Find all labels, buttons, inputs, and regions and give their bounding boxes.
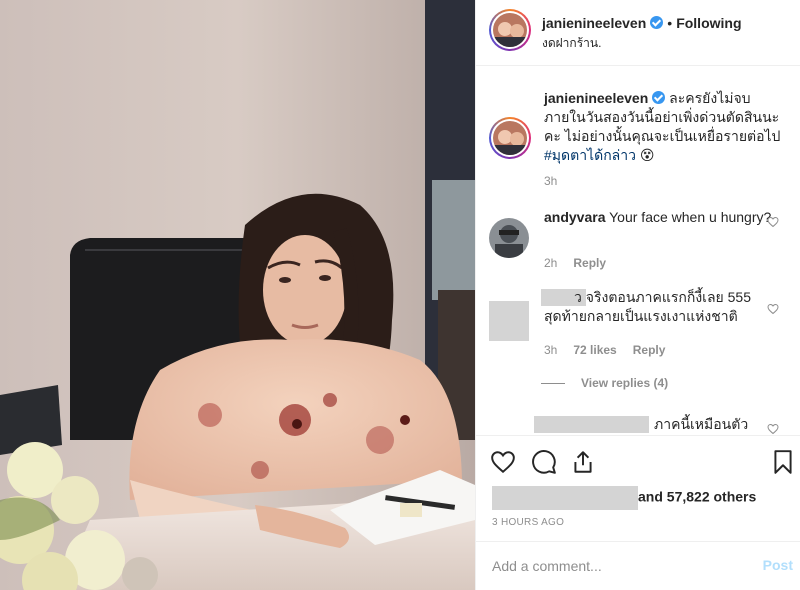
- likes-others: and 57,822 others: [638, 488, 757, 505]
- post-timestamp[interactable]: 3 HOURS AGO: [492, 517, 564, 528]
- liker-avatar-redacted: [492, 486, 520, 510]
- comment-username-fragment: ว: [574, 289, 582, 305]
- caption-text: janienineeleven ละครยังไม่จบภายในวันสองว…: [544, 89, 789, 165]
- view-replies-button[interactable]: View replies (4): [541, 376, 668, 390]
- post-photo[interactable]: [0, 0, 475, 590]
- caption-author-avatar[interactable]: [489, 117, 531, 159]
- verified-badge-icon: [650, 16, 664, 29]
- add-comment-input[interactable]: [492, 554, 732, 578]
- post-header: janienineeleven • Following งดฝากร้าน.: [476, 0, 800, 66]
- comment-time[interactable]: 3h: [544, 343, 557, 357]
- comment-meta: 3h 72 likes Reply: [544, 343, 681, 357]
- reply-button[interactable]: Reply: [633, 343, 666, 357]
- like-heart-icon[interactable]: [490, 449, 516, 475]
- like-comment-heart-icon[interactable]: [767, 423, 779, 435]
- likes-count[interactable]: and 57,822 others: [492, 486, 756, 510]
- comment-time[interactable]: 2h: [544, 256, 557, 270]
- comment-text-line2: สุดท้ายกลายเป็นแรงเงาแห่งชาติ: [544, 308, 738, 324]
- comment-username[interactable]: andyvara: [544, 209, 605, 225]
- username-redacted: [534, 416, 649, 433]
- separator-dot: •: [667, 15, 673, 31]
- verified-badge-icon: [652, 91, 666, 104]
- like-comment-heart-icon[interactable]: [767, 303, 779, 315]
- post-side-panel: janienineeleven • Following งดฝากร้าน. jan…: [475, 0, 800, 590]
- add-comment-bar: Post: [476, 541, 800, 590]
- comments-list[interactable]: janienineeleven ละครยังไม่จบภายในวันสองว…: [476, 67, 800, 435]
- comment-meta: 2h Reply: [544, 256, 622, 270]
- commenter-avatar[interactable]: [489, 218, 529, 258]
- replies-divider: [541, 383, 565, 385]
- author-username[interactable]: janienineeleven: [542, 15, 646, 31]
- post-comment-button[interactable]: Post: [763, 557, 793, 573]
- caption-time[interactable]: 3h: [544, 174, 557, 188]
- bookmark-icon[interactable]: [770, 449, 796, 475]
- location-link[interactable]: งดฝากร้าน.: [542, 34, 601, 53]
- caption-emoji: 😵: [639, 147, 655, 163]
- following-button[interactable]: Following: [676, 15, 741, 31]
- comment-body-line1: จริงตอนภาคแรกก็งี้เลย 555: [585, 289, 751, 305]
- like-comment-heart-icon[interactable]: [767, 216, 779, 228]
- comment-bubble-icon[interactable]: [531, 449, 557, 475]
- author-avatar[interactable]: [489, 9, 531, 51]
- commenter-avatar-redacted[interactable]: [489, 301, 529, 341]
- liker-name-redacted: [520, 486, 638, 510]
- comment-text: andyvara Your face when u hungry?: [544, 208, 789, 227]
- comment-text: ว จริงตอนภาคแรกก็งี้เลย 555: [574, 288, 774, 307]
- view-replies-label: View replies (4): [581, 376, 669, 390]
- comment-body: Your face when u hungry?: [609, 209, 772, 225]
- share-icon[interactable]: [570, 449, 596, 475]
- post-actions: and 57,822 others 3 HOURS AGO: [476, 435, 800, 541]
- caption-username[interactable]: janienineeleven: [544, 90, 648, 106]
- reply-button[interactable]: Reply: [573, 256, 606, 270]
- comment-likes[interactable]: 72 likes: [573, 343, 616, 357]
- caption-meta: 3h: [544, 174, 573, 188]
- caption-hashtag[interactable]: #มุดตาได้กล่าว: [544, 147, 636, 163]
